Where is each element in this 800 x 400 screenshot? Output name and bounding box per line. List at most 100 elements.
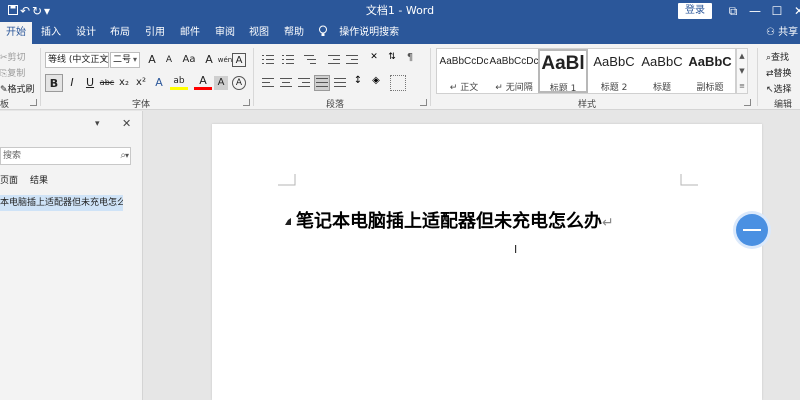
paragraph-launcher-icon[interactable] (420, 99, 427, 106)
dash-icon (743, 229, 761, 231)
share-button[interactable]: ⚇ 共享 (766, 22, 798, 44)
justify-icon[interactable] (314, 75, 330, 91)
chinese-layout-icon[interactable]: ✕ (366, 52, 382, 68)
clipboard-group-label: 板 (0, 100, 10, 110)
close-icon[interactable]: ✕ (790, 2, 800, 20)
nav-tab-results[interactable]: 结果 (30, 173, 48, 186)
font-name-combo[interactable]: 等线 (中文正文 (45, 52, 109, 68)
font-launcher-icon[interactable] (243, 99, 250, 106)
style-name: ↵ 正文 (449, 83, 479, 92)
subscript-button[interactable]: x₂ (115, 74, 133, 92)
select-button[interactable]: ↖选择 (766, 82, 792, 95)
lightbulb-icon (318, 25, 331, 38)
tab-design[interactable]: 设计 (70, 22, 102, 44)
tab-references[interactable]: 引用 (139, 22, 171, 44)
tell-me-search[interactable]: 操作说明搜索 (318, 22, 399, 44)
bullets-icon[interactable] (260, 52, 276, 68)
copy-button[interactable]: ⎘复制 (0, 66, 25, 79)
style-title[interactable]: AaBbC 标题 (637, 50, 687, 92)
tab-layout[interactable]: 布局 (104, 22, 136, 44)
tab-mailings[interactable]: 邮件 (174, 22, 206, 44)
align-center-icon[interactable] (278, 75, 294, 91)
document-page[interactable] (212, 124, 762, 400)
find-label: 查找 (771, 53, 790, 63)
highlight-button[interactable]: ab (170, 74, 188, 90)
editing-group-label: 编辑 (774, 100, 793, 110)
increase-indent-icon[interactable] (344, 52, 360, 68)
maximize-icon[interactable]: ☐ (768, 2, 786, 20)
shrink-font-button[interactable]: A (160, 51, 178, 69)
navigation-search-input[interactable]: 搜索 ⌕ (0, 147, 131, 165)
more-styles-icon[interactable]: ≡ (737, 79, 747, 94)
align-left-icon[interactable] (260, 75, 276, 91)
bold-button[interactable]: B (45, 74, 63, 92)
group-divider (430, 48, 431, 106)
clipboard-launcher-icon[interactable] (30, 99, 37, 106)
document-heading[interactable]: 笔记本电脑插上适配器但未充电怎么办↵ (296, 210, 614, 235)
paint-bucket-icon[interactable]: ◈ (368, 75, 384, 91)
search-options-icon[interactable]: ▾ (125, 151, 129, 160)
style-subtitle[interactable]: AaBbC 副标题 (685, 50, 735, 92)
character-shading-button[interactable]: A (214, 76, 228, 90)
title-bar: ↶ ↻ ▾ 文档1 - Word 登录 ⧉ — ☐ ✕ (0, 0, 800, 22)
nav-tab-pages[interactable]: 页面 (0, 173, 18, 186)
line-spacing-icon[interactable]: ↕ (350, 75, 366, 91)
find-button[interactable]: ⌕查找 (766, 50, 789, 63)
paragraph-mark: ↵ (602, 215, 614, 231)
numbering-icon[interactable] (280, 52, 296, 68)
align-right-icon[interactable] (296, 75, 312, 91)
style-normal[interactable]: AaBbCcDc ↵ 正文 (439, 50, 489, 92)
italic-button[interactable]: I (63, 74, 81, 92)
distributed-icon[interactable] (332, 75, 348, 91)
tab-review[interactable]: 审阅 (209, 22, 241, 44)
style-name: 副标题 (696, 83, 724, 92)
change-case-button[interactable]: Aa (180, 51, 198, 69)
tab-view[interactable]: 视图 (243, 22, 275, 44)
grow-font-button[interactable]: A (143, 51, 161, 69)
style-heading-2[interactable]: AaBbC 标题 2 (589, 50, 639, 92)
sort-icon[interactable]: ⇅ (384, 52, 400, 68)
style-name: 标题 1 (549, 84, 577, 93)
strikethrough-button[interactable]: abc (98, 74, 116, 92)
underline-button[interactable]: U (81, 74, 99, 92)
tab-home[interactable]: 开始 (0, 22, 32, 44)
character-border-button[interactable]: A (232, 53, 246, 67)
tab-help[interactable]: 帮助 (278, 22, 310, 44)
ribbon-display-options-icon[interactable]: ⧉ (724, 2, 742, 20)
replace-button[interactable]: ⇄替换 (766, 66, 792, 79)
pane-close-icon[interactable]: ✕ (122, 117, 131, 130)
login-button[interactable]: 登录 (678, 3, 712, 19)
style-heading-1[interactable]: AaBl 标题 1 (538, 49, 588, 93)
decrease-indent-icon[interactable] (326, 52, 342, 68)
floating-assistant-button[interactable] (736, 214, 768, 246)
styles-scroll[interactable]: ▲ ▼ ≡ (736, 48, 748, 94)
pane-options-icon[interactable]: ▾ (95, 119, 100, 129)
chevron-down-icon[interactable]: ▼ (737, 64, 747, 79)
font-group-label: 字体 (132, 100, 151, 110)
minimize-icon[interactable]: — (746, 2, 764, 20)
scissors-icon: ✂ (0, 53, 8, 63)
multilevel-list-icon[interactable] (302, 52, 318, 68)
tab-insert[interactable]: 插入 (35, 22, 67, 44)
group-divider (253, 48, 254, 106)
style-sample: AaBbC (593, 54, 635, 69)
style-no-spacing[interactable]: AaBbCcDc ↵ 无间隔 (489, 50, 539, 92)
font-color-button[interactable]: A (194, 74, 212, 90)
paragraph-group-label: 段落 (326, 100, 345, 110)
style-sample: AaBbC (641, 54, 683, 69)
select-label: 选择 (773, 85, 792, 95)
enclose-characters-button[interactable]: A (232, 76, 246, 90)
format-painter-button[interactable]: ✎格式刷 (0, 82, 35, 95)
font-size-combo[interactable]: 二号 (110, 52, 140, 68)
superscript-button[interactable]: x² (132, 74, 150, 92)
show-marks-icon[interactable]: ¶ (402, 52, 418, 68)
crop-mark (278, 174, 296, 186)
style-sample: AaBbC (688, 54, 732, 69)
styles-launcher-icon[interactable] (744, 99, 751, 106)
cut-button[interactable]: ✂剪切 (0, 50, 26, 63)
chevron-up-icon[interactable]: ▲ (737, 49, 747, 64)
nav-heading-item[interactable]: 本电脑插上适配器但未充电怎么办 (0, 195, 123, 211)
heading-collapse-icon[interactable] (285, 218, 291, 225)
text-effects-button[interactable]: A (150, 74, 168, 92)
borders-icon[interactable] (390, 75, 406, 91)
